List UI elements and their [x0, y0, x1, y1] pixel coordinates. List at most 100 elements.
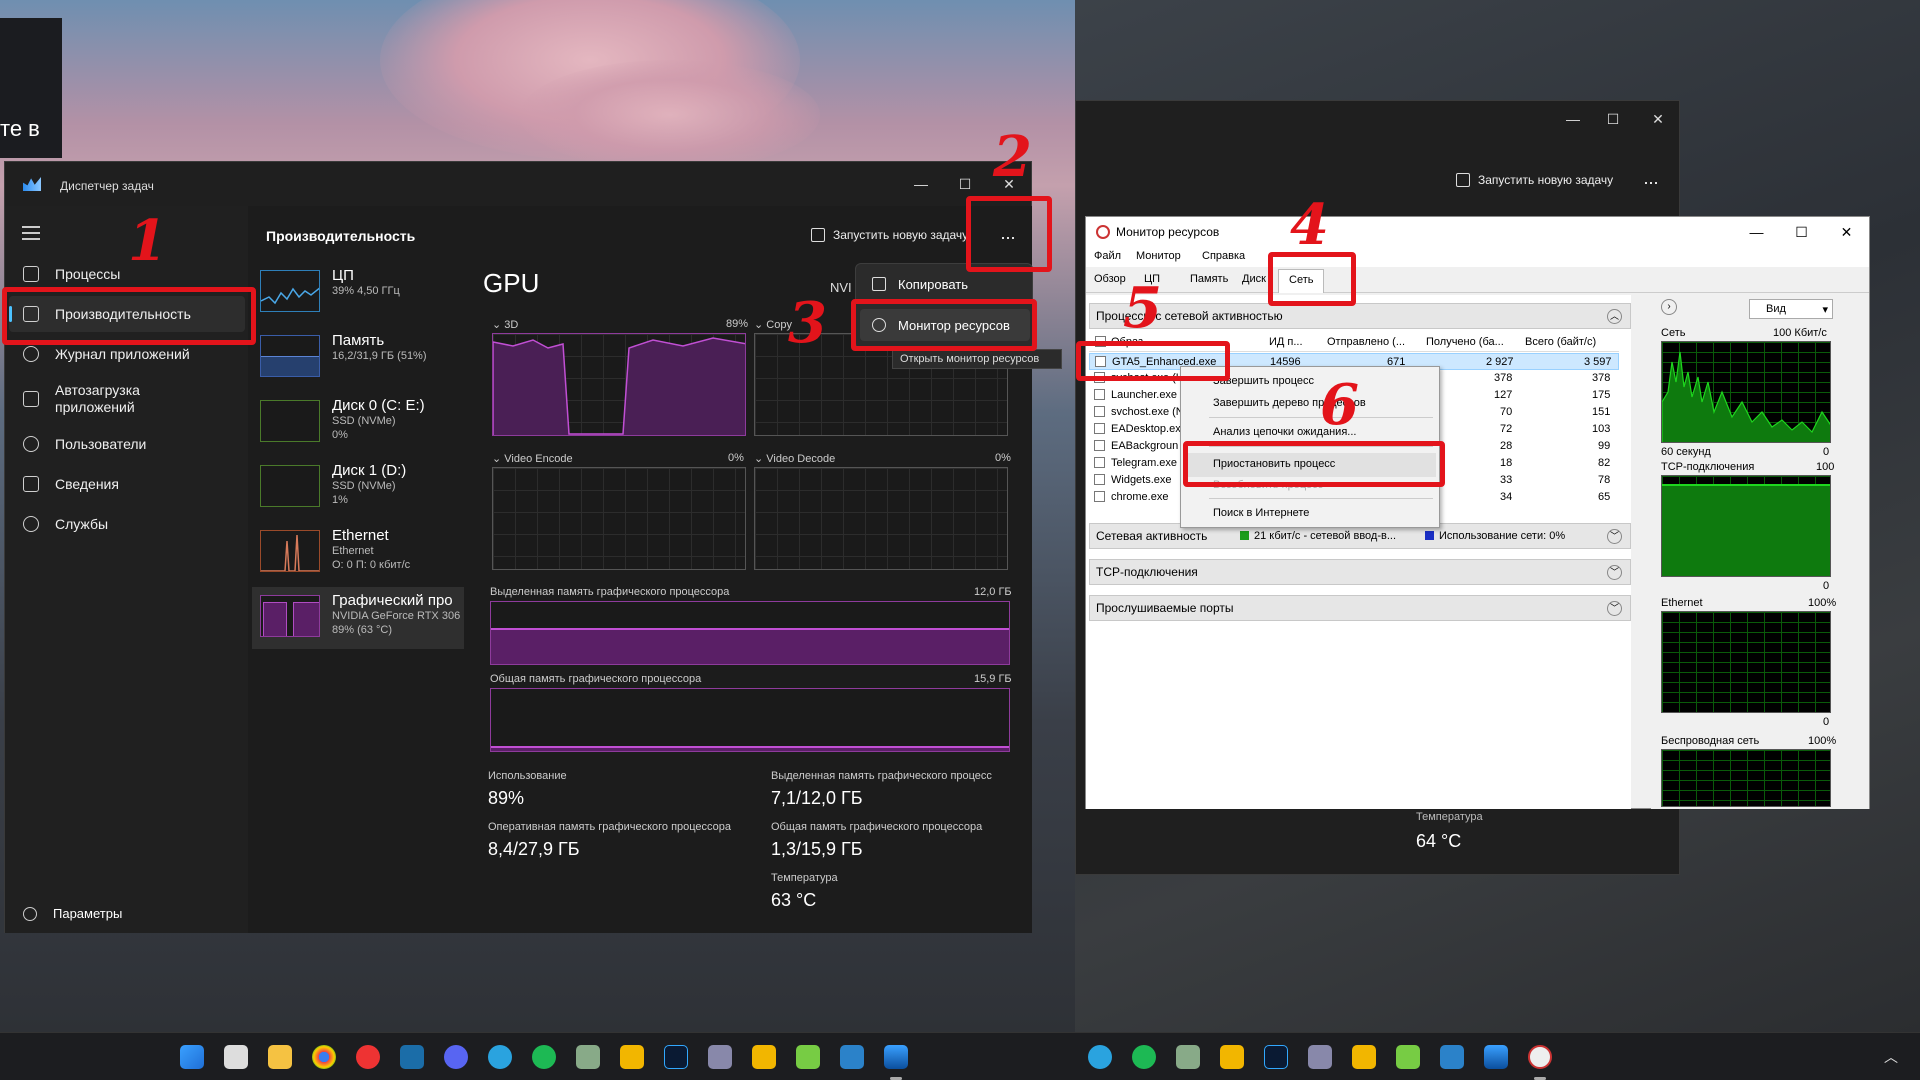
section-tcp-header[interactable]: TCP-подключения ﹀ — [1089, 559, 1631, 585]
menu-help[interactable]: Справка — [1202, 250, 1245, 262]
task-manager-taskbar-icon[interactable] — [884, 1045, 908, 1069]
maximize-button[interactable]: ☐ — [943, 170, 987, 198]
gpu-thumbnail-bar — [293, 602, 319, 636]
col-total[interactable]: Всего (байт/с) — [1525, 336, 1596, 348]
graph-pct-3d: 89% — [726, 318, 749, 330]
resource-memory[interactable]: Память 16,2/31,9 ГБ (51%) — [252, 327, 464, 389]
remote-desktop-icon-2[interactable] — [1308, 1045, 1332, 1069]
rockstar-launcher-icon-4[interactable] — [1352, 1045, 1376, 1069]
menu-monitor[interactable]: Монитор — [1136, 250, 1181, 262]
expand-chevron-icon[interactable]: ﹀ — [1607, 565, 1622, 580]
ctx-search-online[interactable]: Поиск в Интернете — [1213, 507, 1309, 519]
app-icon-v-2[interactable] — [1396, 1045, 1420, 1069]
tab-overview[interactable]: Обзор — [1094, 273, 1126, 285]
annotation-number-1: 1 — [128, 208, 167, 274]
expand-panel-icon[interactable]: › — [1661, 299, 1677, 315]
col-pid[interactable]: ИД п... — [1269, 336, 1303, 348]
rockstar-launcher-icon[interactable] — [620, 1045, 644, 1069]
resource-cpu[interactable]: ЦП 39% 4,50 ГГц — [252, 262, 464, 324]
graph-label-3d[interactable]: ⌄ 3D — [492, 318, 518, 331]
discord-icon[interactable] — [444, 1045, 468, 1069]
sidebar-item-services[interactable]: Службы — [9, 506, 245, 542]
title-bar[interactable]: Диспетчер задач — ☐ ✕ — [5, 162, 1031, 206]
row-checkbox[interactable] — [1094, 440, 1105, 451]
list-icon — [23, 476, 39, 492]
app-icon-red[interactable] — [356, 1045, 380, 1069]
rm-maximize-button[interactable]: ☐ — [1779, 217, 1824, 247]
rm-close-button[interactable]: ✕ — [1824, 217, 1869, 247]
taskbar: ︿ — [0, 1032, 1920, 1080]
expand-chevron-icon[interactable]: ﹀ — [1607, 529, 1622, 544]
resource-disk-1[interactable]: Диск 1 (D:) SSD (NVMe) 1% — [252, 457, 464, 519]
window-title: Диспетчер задач — [60, 179, 154, 193]
new-task-button-bg[interactable]: Запустить новую задачу — [1456, 173, 1613, 187]
telegram-icon[interactable] — [488, 1045, 512, 1069]
rockstar-launcher-icon-3[interactable] — [1220, 1045, 1244, 1069]
task-manager-taskbar-icon-2[interactable] — [1484, 1045, 1508, 1069]
expand-chevron-icon[interactable]: ﹀ — [1607, 601, 1622, 616]
collapse-chevron-icon[interactable]: ︿ — [1607, 309, 1622, 324]
file-explorer-icon[interactable] — [268, 1045, 292, 1069]
maximize-button-bg[interactable]: ☐ — [1591, 105, 1635, 133]
sidebar-item-startup[interactable]: Автозагрузка приложений — [9, 378, 245, 420]
sidebar-item-users[interactable]: Пользователи — [9, 426, 245, 462]
task-view-icon[interactable] — [224, 1045, 248, 1069]
steam-icon-2[interactable] — [840, 1045, 864, 1069]
menu-file[interactable]: Файл — [1094, 250, 1121, 262]
graph-label-video-decode[interactable]: ⌄ Video Decode — [754, 452, 835, 465]
section-processes-header[interactable]: Процессы с сетевой активностью ︿ — [1089, 303, 1631, 329]
section-ports-header[interactable]: Прослушиваемые порты ﹀ — [1089, 595, 1631, 621]
resource-disk-0[interactable]: Диск 0 (C: E:) SSD (NVMe) 0% — [252, 392, 464, 454]
row-checkbox[interactable] — [1094, 474, 1105, 485]
telegram-icon-2[interactable] — [1088, 1045, 1112, 1069]
new-task-button[interactable]: Запустить новую задачу — [811, 228, 968, 242]
more-button-bg[interactable]: ... — [1636, 165, 1666, 195]
row-checkbox[interactable] — [1094, 389, 1105, 400]
col-received[interactable]: Получено (ба... — [1426, 336, 1504, 348]
chrome-icon[interactable] — [312, 1045, 336, 1069]
minimize-button[interactable]: — — [899, 170, 943, 198]
background-window-text: те в — [0, 116, 40, 141]
resource-monitor-taskbar-icon[interactable] — [1528, 1045, 1552, 1069]
hamburger-menu-icon[interactable] — [22, 226, 40, 240]
steam-icon-3[interactable] — [1440, 1045, 1464, 1069]
spotify-icon[interactable] — [532, 1045, 556, 1069]
view-dropdown[interactable]: Вид ▾ — [1749, 299, 1833, 319]
resource-ethernet[interactable]: Ethernet Ethernet О: 0 П: 0 кбит/с — [252, 522, 464, 584]
close-button-bg[interactable]: ✕ — [1636, 105, 1680, 133]
network-app-icon[interactable] — [576, 1045, 600, 1069]
photoshop-icon[interactable] — [664, 1045, 688, 1069]
rm-title-bar[interactable]: Монитор ресурсов — ☐ ✕ — [1086, 217, 1869, 247]
network-app-icon-2[interactable] — [1176, 1045, 1200, 1069]
steam-icon[interactable] — [400, 1045, 424, 1069]
tab-memory[interactable]: Память — [1190, 273, 1228, 285]
windows-start-icon[interactable] — [180, 1045, 204, 1069]
tray-overflow-chevron-icon[interactable]: ︿ — [1884, 1047, 1898, 1067]
menu-item-copy[interactable]: Копировать — [860, 268, 1030, 300]
minimize-button-bg[interactable]: — — [1551, 105, 1595, 133]
photoshop-icon-2[interactable] — [1264, 1045, 1288, 1069]
row-checkbox[interactable] — [1094, 491, 1105, 502]
row-checkbox[interactable] — [1094, 406, 1105, 417]
graph-label-copy[interactable]: ⌄ Copy — [754, 318, 792, 331]
spotify-icon-2[interactable] — [1132, 1045, 1156, 1069]
rm-minimize-button[interactable]: — — [1734, 217, 1779, 247]
row-checkbox[interactable] — [1094, 457, 1105, 468]
col-sent[interactable]: Отправлено (... — [1327, 336, 1405, 348]
annotation-box-1 — [2, 287, 256, 345]
sidebar-item-details[interactable]: Сведения — [9, 466, 245, 502]
settings-button[interactable]: Параметры — [23, 906, 122, 921]
remote-desktop-icon[interactable] — [708, 1045, 732, 1069]
row-checkbox[interactable] — [1094, 423, 1105, 434]
rm-scrollbar[interactable] — [1635, 295, 1647, 805]
graph-ethernet — [1661, 611, 1831, 713]
graph-network-label: Сеть — [1661, 327, 1686, 339]
rockstar-launcher-icon-2[interactable] — [752, 1045, 776, 1069]
app-icon-v[interactable] — [796, 1045, 820, 1069]
gpu-heading: GPU — [483, 268, 540, 298]
resource-gpu[interactable]: Графический про NVIDIA GeForce RTX 306 89%… — [252, 587, 464, 649]
graph-tcp — [1661, 475, 1831, 577]
tab-disk[interactable]: Диск — [1242, 273, 1266, 285]
graph-3d-plot — [493, 337, 745, 435]
graph-label-video-encode[interactable]: ⌄ Video Encode — [492, 452, 573, 465]
